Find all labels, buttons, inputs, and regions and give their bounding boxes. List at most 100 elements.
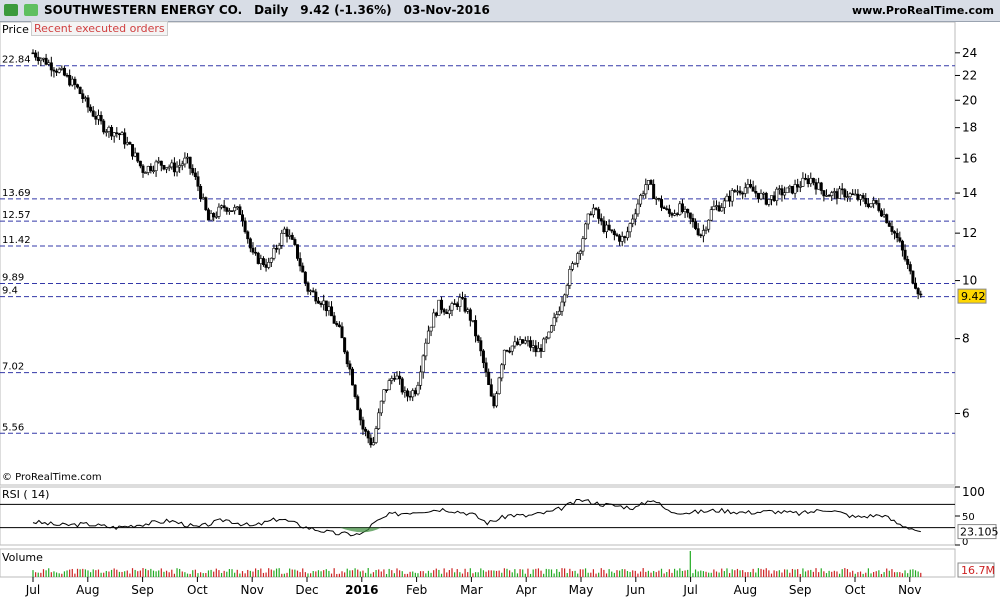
candle-body: [550, 325, 554, 333]
candle-body: [670, 213, 674, 216]
candle-body: [324, 300, 328, 312]
rsi-tick-label: 50: [962, 512, 975, 523]
time-tick-label: Apr: [516, 583, 537, 597]
candle-body: [293, 239, 297, 245]
symbol-name: SOUTHWESTERN ENERGY CO.: [44, 3, 243, 17]
price-tick-label: 12: [962, 226, 977, 240]
candle-body: [565, 285, 569, 296]
candle-body: [762, 192, 766, 195]
candle-body: [361, 419, 365, 430]
price-level-label: 13.69: [2, 188, 31, 199]
candle-body: [330, 306, 334, 317]
candle-body: [408, 395, 412, 398]
candle-body: [419, 371, 423, 386]
candle-body: [170, 162, 174, 168]
candle-body: [735, 190, 739, 193]
candle-body: [259, 258, 263, 264]
candle-body: [31, 52, 35, 55]
candle-body: [222, 205, 226, 209]
candle-body: [890, 226, 894, 232]
time-tick-label: Nov: [898, 583, 921, 597]
candle-body: [314, 291, 318, 302]
price-tick-label: 6: [962, 406, 970, 420]
candle-body: [547, 331, 551, 339]
candle-body: [599, 218, 603, 222]
candle-body: [217, 206, 221, 217]
candle-body: [584, 223, 588, 239]
candle-body: [487, 371, 491, 385]
candle-body: [180, 163, 184, 166]
candle-body: [44, 57, 48, 65]
candle-body: [238, 206, 242, 216]
candle-body: [188, 156, 192, 169]
candle-body: [639, 195, 643, 205]
candle-body: [474, 320, 478, 337]
time-tick-label: Aug: [734, 583, 757, 597]
candle-body: [209, 213, 213, 221]
candle-body: [107, 126, 111, 132]
candle-body: [413, 390, 417, 395]
candle-body: [366, 431, 370, 439]
candle-body: [783, 192, 787, 196]
candle-body: [877, 203, 881, 211]
time-tick-label: May: [569, 583, 594, 597]
candle-body: [502, 349, 506, 366]
volume-value-label: 16.7M: [961, 564, 995, 577]
candle-body: [678, 203, 682, 215]
candle-body: [241, 214, 245, 222]
candle-body: [646, 180, 650, 185]
site-label[interactable]: www.ProRealTime.com: [852, 4, 994, 17]
candle-body: [162, 165, 166, 170]
candle-body: [60, 67, 64, 70]
candle-body: [225, 207, 229, 212]
price-panel-label: Price: [2, 23, 29, 36]
candle-body: [275, 248, 279, 250]
candle-body: [536, 347, 540, 353]
candle-body: [728, 195, 732, 202]
recent-orders-label[interactable]: Recent executed orders: [31, 21, 168, 36]
candle-body: [660, 199, 664, 208]
candle-body: [424, 342, 428, 357]
candle-body: [691, 218, 695, 222]
candle-body: [458, 297, 462, 307]
title-bar: SOUTHWESTERN ENERGY CO. Daily 9.42 (-1.3…: [0, 0, 1000, 22]
toolbar-icon[interactable]: [24, 4, 38, 16]
candle-body: [309, 290, 313, 293]
candle-body: [495, 393, 499, 407]
candle-body: [70, 78, 74, 86]
candle-body: [573, 262, 577, 265]
candle-body: [248, 238, 252, 249]
candle-body: [749, 183, 753, 188]
candle-body: [151, 170, 155, 172]
candle-body: [866, 203, 870, 208]
candle-body: [282, 228, 286, 234]
candle-body: [83, 97, 87, 100]
candle-body: [848, 193, 852, 197]
candle-body: [688, 212, 692, 219]
candle-body: [835, 191, 839, 199]
candle-body: [345, 351, 349, 365]
candle-body: [631, 218, 635, 224]
chart-canvas[interactable]: 24 22 20 18 16 14 12 10 8 6 22.84 13.69 12.57 11.42 9…: [0, 22, 1000, 600]
candle-body: [712, 206, 716, 210]
candle-body: [165, 167, 169, 170]
candle-body: [759, 193, 763, 200]
candle-body: [497, 377, 501, 394]
candle-body: [704, 228, 708, 231]
candle-body: [694, 221, 698, 229]
candle-body: [505, 349, 509, 352]
candle-body: [717, 205, 721, 212]
candle-body: [434, 312, 438, 316]
candle-body: [738, 190, 742, 194]
candle-body: [39, 58, 43, 62]
candle-body: [466, 309, 470, 312]
candle-body: [529, 340, 533, 348]
candle-body: [117, 133, 121, 136]
candle-body: [36, 56, 40, 62]
candle-body: [411, 390, 415, 398]
time-tick-label: Jul: [25, 583, 40, 597]
candle-body: [523, 340, 527, 344]
candle-body: [741, 192, 745, 195]
candle-body: [99, 115, 103, 122]
candlestick-icon[interactable]: [4, 4, 18, 16]
